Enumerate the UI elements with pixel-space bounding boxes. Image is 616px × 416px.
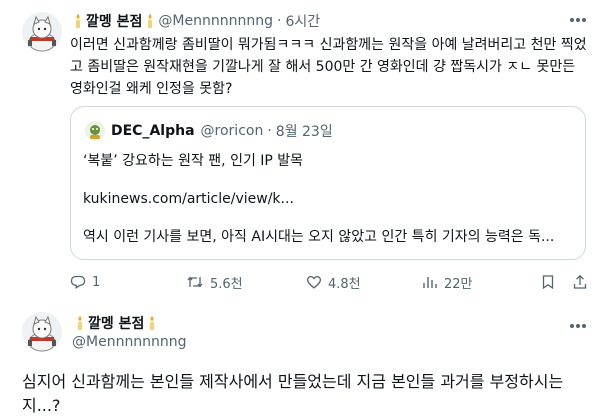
candle-icon [147, 315, 157, 331]
share-icon [573, 274, 587, 289]
reply-button[interactable]: 1 [70, 272, 100, 292]
heart-icon [306, 275, 322, 289]
bookmark-icon [542, 275, 554, 290]
view-count: 22만 [444, 276, 473, 292]
more-options-icon[interactable] [568, 12, 588, 28]
quote-header: DEC_Alpha @roricon · 8월 23일 [85, 121, 333, 141]
quote-display-name: DEC_Alpha [111, 123, 195, 139]
separator-dot: · [276, 13, 282, 29]
views-icon [423, 277, 437, 288]
reply-tweet[interactable]: 깔멩 본점 @Mennnnnnnng 심지어 신과함께는 본인들 제작사에서 만… [0, 300, 616, 416]
tweet[interactable]: 깔멩 본점 @Mennnnnnnng · 6시간 이러면 신과함께랑 좀비딸이 … [0, 0, 616, 300]
like-count: 4.8천 [328, 276, 361, 292]
bookmark-button[interactable] [540, 272, 562, 292]
candle-icon [73, 13, 83, 29]
tweet-header: 깔멩 본점 @Mennnnnnnng · 6시간 [70, 10, 320, 32]
retweet-count: 5.6천 [210, 276, 243, 292]
separator-dot: · [267, 123, 272, 139]
avatar[interactable] [22, 12, 62, 52]
display-name[interactable]: 깔멩 본점 [88, 313, 144, 333]
avatar-cat-icon [22, 312, 62, 352]
reply-count: 1 [92, 274, 101, 290]
quote-date: 8월 23일 [275, 124, 333, 140]
reply-header: 깔멩 본점 [72, 312, 160, 334]
quote-avatar-icon [85, 121, 105, 141]
user-handle[interactable]: @Mennnnnnnng [72, 334, 187, 350]
more-options-icon[interactable] [568, 318, 588, 334]
user-handle[interactable]: @Mennnnnnnng [158, 13, 273, 29]
quote-tweet-card[interactable]: DEC_Alpha @roricon · 8월 23일 ‘복붙’ 강요하는 원작… [70, 106, 586, 260]
like-button[interactable]: 4.8천 [306, 272, 361, 292]
candle-icon [75, 315, 85, 331]
views-button[interactable]: 22만 [422, 272, 473, 292]
display-name[interactable]: 깔멩 본점 [86, 11, 142, 31]
quote-handle: @roricon [200, 123, 264, 139]
quote-avatar [85, 121, 105, 141]
quote-headline: ‘복붙’ 강요하는 원작 팬, 인기 IP 발목 [83, 153, 304, 169]
tweet-text: 이러면 신과함께랑 좀비딸이 뭐가됨ㅋㅋㅋ 신과함께는 원작을 아예 날려버리고… [70, 37, 587, 97]
quote-text: 역시 이런 기사를 보면, 아직 AI시대는 오지 않았고 인간 특히 기자의 … [83, 229, 555, 245]
retweet-button[interactable]: 5.6천 [186, 272, 243, 292]
share-button[interactable] [572, 272, 594, 292]
reply-icon [70, 275, 86, 290]
timestamp[interactable]: 6시간 [285, 11, 320, 31]
candle-icon [145, 13, 155, 29]
avatar[interactable] [22, 312, 62, 352]
reply-text: 심지어 신과함께는 본인들 제작사에서 만들었는데 지금 본인들 과거를 부정하… [22, 372, 564, 415]
quote-link[interactable]: kukinews.com/article/view/k... [83, 189, 575, 209]
retweet-icon [187, 276, 203, 288]
avatar-cat-icon [22, 12, 62, 52]
action-bar: 1 5.6천 4.8천 22만 [70, 272, 590, 292]
